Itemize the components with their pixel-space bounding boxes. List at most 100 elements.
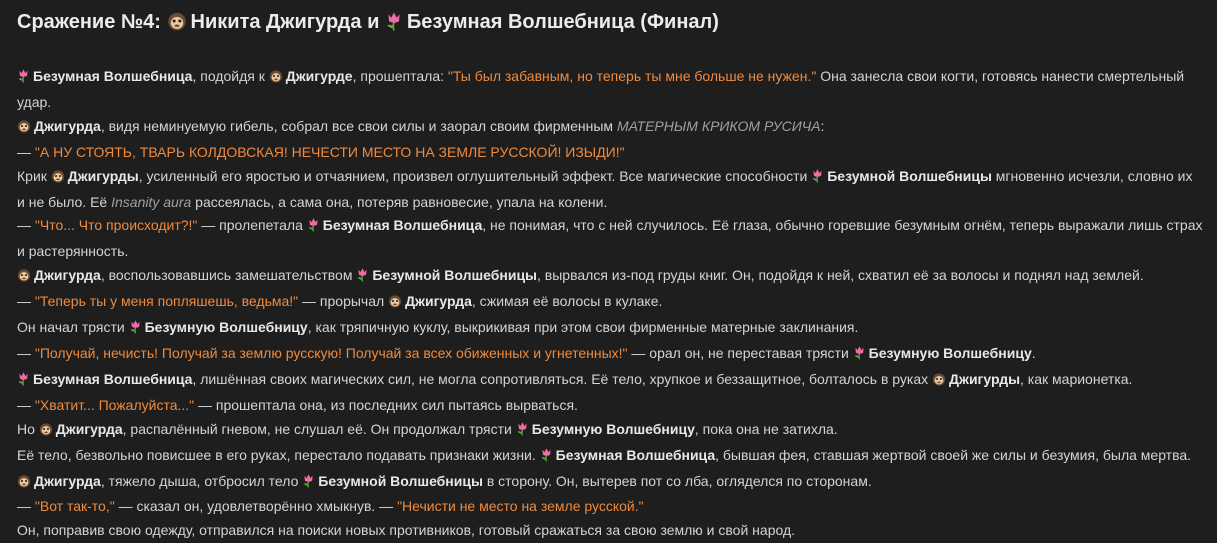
narration-text: , как марионетка.: [1020, 370, 1133, 387]
character-name-witch: Безумную Волшебницу: [531, 420, 695, 437]
narration-text: —: [17, 217, 35, 234]
narration-text: —: [17, 498, 35, 515]
narration-text: —: [17, 293, 35, 310]
narration-text: , распалённый гневом, не слушал её. Он п…: [122, 420, 516, 437]
tulip-icon: [17, 67, 30, 91]
story-paragraph: — "А НУ СТОЯТЬ, ТВАРЬ КОЛДОВСКАЯ! НЕЧЕСТ…: [17, 141, 1203, 165]
narration-text: Он, поправив свою одежду, отправился на …: [17, 522, 796, 539]
character-name-witch: Безумная Волшебница: [33, 370, 193, 387]
story-paragraph: Джигурда, тяжело дыша, отбросил тело Без…: [17, 470, 1203, 496]
tulip-icon: [385, 11, 403, 39]
narration-text: —: [17, 396, 35, 413]
story-paragraph: Он, поправив свою одежду, отправился на …: [17, 519, 1203, 543]
narration-text: Её тело, безвольно повисшее в его руках,…: [17, 446, 540, 463]
narration-text: — сказал он, удовлетворённо хмыкнув. —: [114, 498, 398, 515]
monkey-face-icon: [167, 11, 187, 39]
chat-message: Сражение №4: Никита Джигурда и Безумная …: [0, 0, 1217, 543]
narration-text: , как тряпичную куклу, выкрикивая при эт…: [307, 319, 859, 336]
story-paragraph: — "Что... Что происходит?!" — пролепетал…: [17, 214, 1203, 264]
dialogue-quote: "Ты был забавным, но теперь ты мне больш…: [447, 68, 817, 84]
dialogue-quote: "А НУ СТОЯТЬ, ТВАРЬ КОЛДОВСКАЯ! НЕЧЕСТИ …: [34, 143, 625, 160]
italic-term: МАТЕРНЫМ КРИКОМ РУСИЧА: [616, 117, 821, 134]
story-paragraph: Безумная Волшебница, подойдя к Джигурде,…: [17, 65, 1203, 115]
dialogue-quote: "Что... Что происходит?!": [34, 217, 198, 234]
tulip-icon: [516, 420, 529, 444]
dialogue-quote: "Вот так-то,": [34, 498, 115, 515]
story-paragraph: Он начал трясти Безумную Волшебницу, как…: [17, 316, 1203, 342]
tulip-icon: [540, 446, 553, 470]
narration-text: , воспользовавшись замешательством: [100, 267, 357, 284]
story-paragraph: Джигурда, видя неминуемую гибель, собрал…: [17, 115, 1203, 141]
narration-text: — прорычал: [298, 293, 389, 310]
monkey-face-icon: [51, 167, 65, 191]
italic-term: Insanity aura: [111, 193, 192, 210]
narration-text: , видя неминуемую гибель, собрал все сво…: [100, 117, 617, 134]
narration-text: Он начал трясти: [17, 319, 129, 336]
narration-text: .: [1031, 344, 1036, 361]
story-paragraph: — "Теперь ты у меня попляшешь, ведьма!" …: [17, 290, 1203, 316]
dialogue-quote: "Хватит... Пожалуйста...": [34, 396, 195, 413]
character-name-dzhigurda: Джигурда: [405, 293, 472, 310]
tulip-icon: [307, 216, 320, 240]
story-paragraph: Её тело, безвольно повисшее в его руках,…: [17, 444, 1203, 470]
story-paragraph: Крик Джигурды, усиленный его яростью и о…: [17, 165, 1203, 215]
character-name-dzhigurda: Джигурды: [67, 167, 139, 184]
battle-title: Сражение №4: Никита Джигурда и Безумная …: [17, 8, 1203, 39]
tulip-icon: [302, 472, 315, 496]
narration-text: , усиленный его яростью и отчаянием, про…: [138, 167, 812, 184]
monkey-face-icon: [269, 67, 283, 91]
narration-text: — пролепетала: [197, 217, 307, 234]
narration-text: , сжимая её волосы в кулаке.: [471, 293, 663, 310]
character-name-witch: Безумной Волшебницы: [318, 472, 483, 489]
character-name-dzhigurda: Джигурда: [34, 472, 101, 489]
monkey-face-icon: [17, 117, 31, 141]
story-paragraph: — "Хватит... Пожалуйста..." — прошептала…: [17, 394, 1203, 418]
tulip-icon: [129, 318, 142, 342]
tulip-icon: [356, 266, 369, 290]
narration-text: , пока она не затихла.: [694, 420, 838, 437]
narration-text: — прошептала она, из последних сил пытая…: [194, 396, 578, 413]
character-name-dzhigurda: Джигурды: [949, 370, 1021, 387]
narration-text: рассеялась, а сама она, потеряв равновес…: [191, 193, 608, 210]
character-name-dzhigurda: Джигурде: [285, 68, 353, 84]
narration-text: :: [820, 117, 825, 134]
story-paragraph: Джигурда, воспользовавшись замешательств…: [17, 264, 1203, 290]
character-name-witch: Безумную Волшебницу: [868, 344, 1032, 361]
narration-text: , тяжело дыша, отбросил тело: [100, 472, 303, 489]
monkey-face-icon: [17, 266, 31, 290]
narration-text: , прошептала:: [352, 68, 448, 84]
monkey-face-icon: [932, 370, 946, 394]
character-name-witch: Безумная Волшебница: [322, 217, 483, 234]
story-paragraph: Но Джигурда, распалённый гневом, не слуш…: [17, 418, 1203, 444]
narration-text: —: [17, 344, 35, 361]
character-name-witch: Безумной Волшебницы: [827, 167, 992, 184]
story-paragraph: — "Получай, нечисть! Получай за землю ру…: [17, 342, 1203, 368]
character-name-witch: Безумная Волшебница: [33, 68, 193, 84]
narration-text: в сторону. Он, вытерев пот со лба, огляд…: [482, 472, 872, 489]
tulip-icon: [17, 370, 30, 394]
narration-text: , вырвался из-под груды книг. Он, подойд…: [537, 267, 1144, 284]
narration-text: — орал он, не переставая трясти: [627, 344, 853, 361]
title-suffix: (Финал): [640, 11, 719, 33]
character-name-witch: Безумная Волшебница: [555, 446, 716, 463]
character-name-witch: Безумную Волшебницу: [144, 319, 308, 336]
title-prefix: Сражение №4:: [17, 11, 161, 33]
monkey-face-icon: [17, 472, 31, 496]
narration-text: Крик: [17, 167, 51, 184]
story-paragraph: — "Вот так-то," — сказал он, удовлетворё…: [17, 495, 1203, 519]
narration-text: —: [17, 143, 35, 160]
tulip-icon: [853, 344, 866, 368]
title-fighter2: Безумная Волшебница: [406, 11, 635, 33]
monkey-face-icon: [388, 292, 402, 316]
story-paragraph: Безумная Волшебница, лишённая своих маги…: [17, 368, 1203, 394]
title-conj: и: [367, 11, 380, 33]
character-name-dzhigurda: Джигурда: [34, 267, 101, 284]
narration-text: , бывшая фея, ставшая жертвой своей же с…: [715, 446, 1192, 463]
tulip-icon: [811, 167, 824, 191]
narration-text: , лишённая своих магических сил, не могл…: [192, 370, 933, 387]
character-name-witch: Безумной Волшебницы: [372, 267, 538, 284]
dialogue-quote: "Теперь ты у меня попляшешь, ведьма!": [34, 293, 299, 310]
dialogue-quote: "Получай, нечисть! Получай за землю русс…: [34, 344, 628, 361]
narration-text: Но: [17, 420, 39, 437]
dialogue-quote: "Нечисти не место на земле русской.": [397, 498, 644, 515]
